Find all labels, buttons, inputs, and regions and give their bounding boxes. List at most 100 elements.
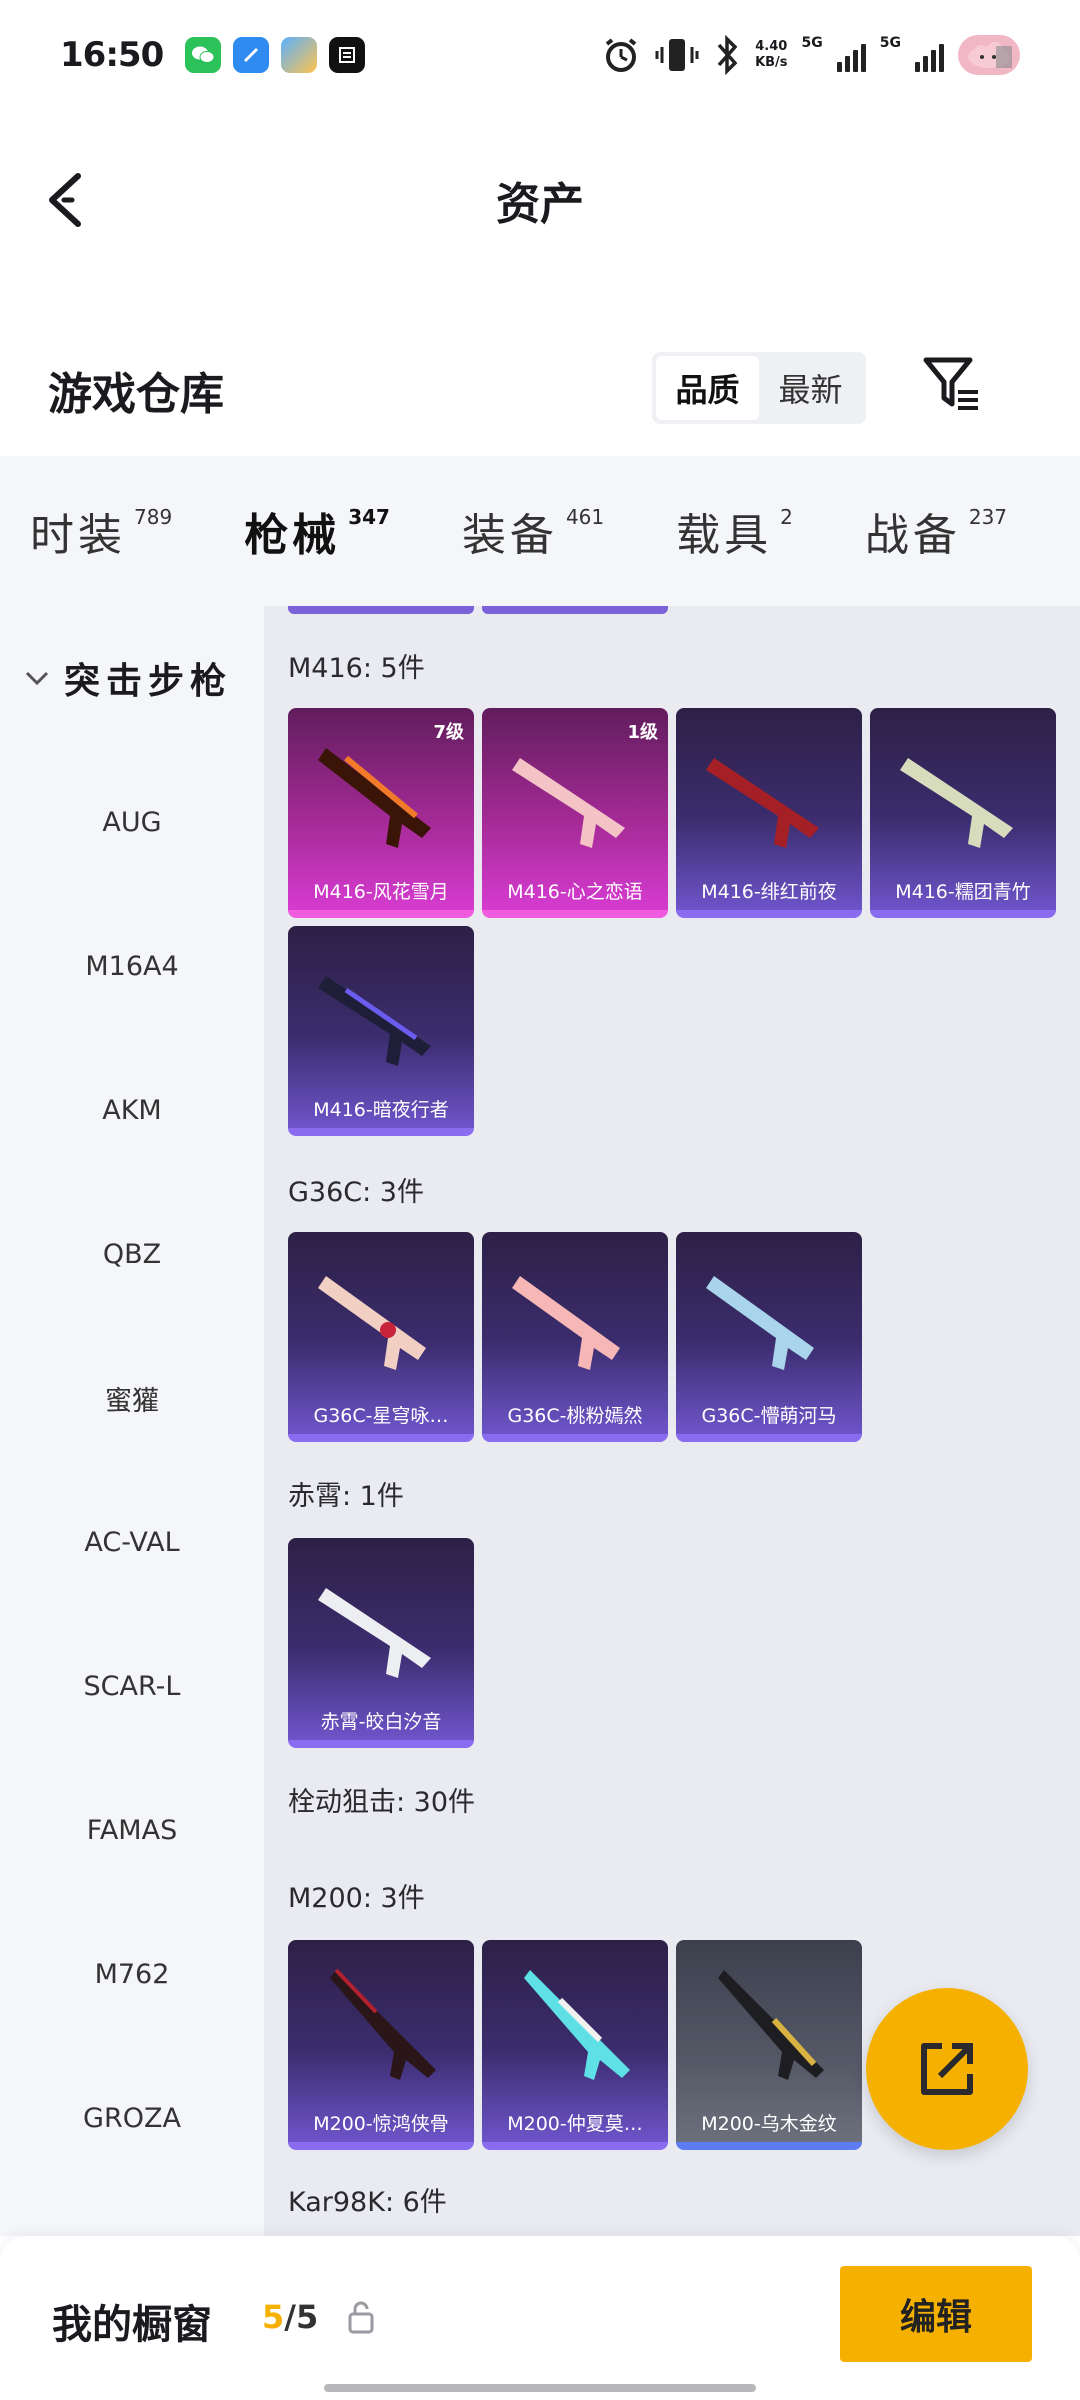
section-title-m200: M200: 3件 (288, 1883, 425, 1914)
edit-button[interactable]: 编辑 (840, 2266, 1032, 2362)
showcase-count: 5/5 (262, 2298, 318, 2336)
signal-icon (915, 38, 944, 72)
sort-quality-option[interactable]: 品质 (656, 356, 759, 420)
weapon-card[interactable]: G36C-懵萌河马 (676, 1232, 862, 1442)
weapon-card[interactable]: M200-仲夏莫… (482, 1940, 668, 2150)
sidebar-item-aug[interactable]: AUG (0, 750, 264, 894)
weapon-name: M200-乌木金纹 (701, 2113, 837, 2135)
sim1-label: 5G (801, 35, 823, 51)
battery-icon (958, 35, 1020, 75)
rifle-icon (706, 758, 819, 848)
section-title-kar98k: Kar98K: 6件 (288, 2187, 447, 2218)
sidebar-item-honey-badger[interactable]: 蜜獾 (0, 1326, 264, 1470)
gallery-app-icon (281, 37, 318, 73)
weapon-name: M416-风花雪月 (313, 881, 449, 903)
sidebar-item-famas[interactable]: FAMAS (0, 1758, 264, 1902)
sniper-rifle-icon (330, 1968, 436, 2080)
tab-count: 237 (968, 505, 1008, 529)
weapon-card[interactable]: 1级 M416-心之恋语 (482, 708, 668, 918)
section-title-chixiao: 赤霄: 1件 (288, 1481, 404, 1512)
share-button[interactable] (866, 1988, 1028, 2150)
tab-count: 789 (134, 505, 173, 529)
rifle-icon (318, 1276, 426, 1370)
weapon-name: G36C-星穹咏… (313, 1405, 449, 1427)
showcase-title: 我的橱窗 (52, 2302, 212, 2348)
tab-vehicles[interactable]: 载具 2 (676, 499, 793, 563)
home-indicator[interactable] (324, 2384, 756, 2392)
tab-fashion[interactable]: 时装 789 (30, 499, 172, 563)
weapon-card[interactable]: G36C-桃粉嫣然 (482, 1232, 668, 1442)
net-speed-value: 4.40 (755, 39, 788, 54)
rifle-icon (512, 1276, 620, 1370)
sim2-label: 5G (879, 35, 901, 51)
sidebar-group-assault-rifles[interactable]: 突击步枪 (0, 606, 264, 750)
status-time: 16:50 (60, 35, 164, 75)
weapon-type-sidebar: 突击步枪 AUG M16A4 AKM QBZ 蜜獾 AC-VAL SCAR-L … (0, 606, 264, 2236)
sidebar-item-groza[interactable]: GROZA (0, 2046, 264, 2190)
weapon-card[interactable]: M416-绯红前夜 (676, 708, 862, 918)
chevron-left-icon (49, 173, 81, 227)
section-title-m416: M416: 5件 (288, 653, 425, 684)
bluetooth-icon (717, 35, 738, 75)
weapon-name: G36C-桃粉嫣然 (507, 1405, 643, 1427)
showcase-bar: 我的橱窗 5/5 编辑 (0, 2236, 1080, 2400)
section-title-g36c: G36C: 3件 (288, 1177, 424, 1208)
sidebar-item-ac-val[interactable]: AC-VAL (0, 1470, 264, 1614)
lock-icon (348, 2301, 374, 2334)
partial-card (482, 606, 668, 614)
back-button[interactable] (40, 168, 100, 232)
net-speed-unit: KB/s (755, 55, 788, 70)
rifle-icon (900, 758, 1013, 848)
tab-equipment[interactable]: 装备 461 (462, 499, 604, 563)
page-title: 资产 (496, 179, 584, 230)
tab-weapons[interactable]: 枪械 347 (244, 499, 390, 619)
tab-count: 461 (565, 505, 605, 529)
weapon-name: M416-绯红前夜 (701, 881, 837, 903)
notification-icons (185, 37, 366, 73)
sidebar-item-scar-l[interactable]: SCAR-L (0, 1614, 264, 1758)
weapon-card[interactable]: M200-惊鸿侠骨 (288, 1940, 474, 2150)
weapon-name: G36C-懵萌河马 (701, 1405, 837, 1427)
app-header: 资产 (0, 140, 1080, 260)
tab-label: 时装 (30, 510, 126, 561)
sidebar-item-m762[interactable]: M762 (0, 1902, 264, 2046)
sort-toggle: 品质 最新 (652, 352, 866, 424)
showcase-count-current: 5 (262, 2298, 285, 2336)
rifle-icon (318, 1588, 431, 1678)
sidebar-item-akm[interactable]: AKM (0, 1038, 264, 1182)
weapon-name: M200-惊鸿侠骨 (313, 2113, 449, 2135)
rifle-icon (318, 748, 431, 848)
showcase-count-total: /5 (284, 2298, 319, 2336)
weapon-name: 赤霄-皎白汐音 (320, 1711, 442, 1733)
section-title-bolt-action: 栓动狙击: 30件 (288, 1787, 476, 1818)
weapon-name: M416-糯团青竹 (895, 881, 1031, 903)
weapon-card[interactable]: M416-糯团青竹 (870, 708, 1056, 918)
weapon-name: M416-暗夜行者 (313, 1099, 449, 1121)
weapon-card[interactable]: M200-乌木金纹 (676, 1940, 862, 2150)
vibrate-icon (655, 39, 699, 71)
status-bar: 16:50 4.40 KB/s 5G 5G (0, 0, 1080, 110)
tab-label: 战备 (864, 510, 961, 561)
tab-count: 347 (348, 505, 390, 529)
tab-label: 枪械 (244, 510, 341, 561)
share-icon (921, 2043, 973, 2095)
wechat-icon (185, 37, 222, 73)
chevron-down-icon (25, 671, 49, 686)
rifle-icon (318, 976, 431, 1066)
weapon-card[interactable]: 7级 M416-风花雪月 (288, 708, 474, 918)
sort-newest-option[interactable]: 最新 (759, 356, 862, 420)
weapon-card[interactable]: 赤霄-皎白汐音 (288, 1538, 474, 1748)
weapon-name: M416-心之恋语 (507, 881, 643, 903)
tab-combat-gear[interactable]: 战备 237 (865, 499, 1007, 563)
level-badge: 7级 (433, 722, 464, 743)
sidebar-item-qbz[interactable]: QBZ (0, 1182, 264, 1326)
sidebar-item-m16a4[interactable]: M16A4 (0, 894, 264, 1038)
category-tabs: 时装 789 枪械 347 装备 461 载具 2 战备 237 (0, 456, 1080, 619)
weapon-card[interactable]: G36C-星穹咏… (288, 1232, 474, 1442)
weapon-name: M200-仲夏莫… (507, 2113, 643, 2135)
status-indicators: 4.40 KB/s 5G 5G (601, 35, 1020, 75)
weapon-card[interactable]: M416-暗夜行者 (288, 926, 474, 1136)
news-app-icon (329, 37, 366, 73)
filter-icon (923, 357, 978, 410)
filter-button[interactable] (920, 352, 984, 416)
